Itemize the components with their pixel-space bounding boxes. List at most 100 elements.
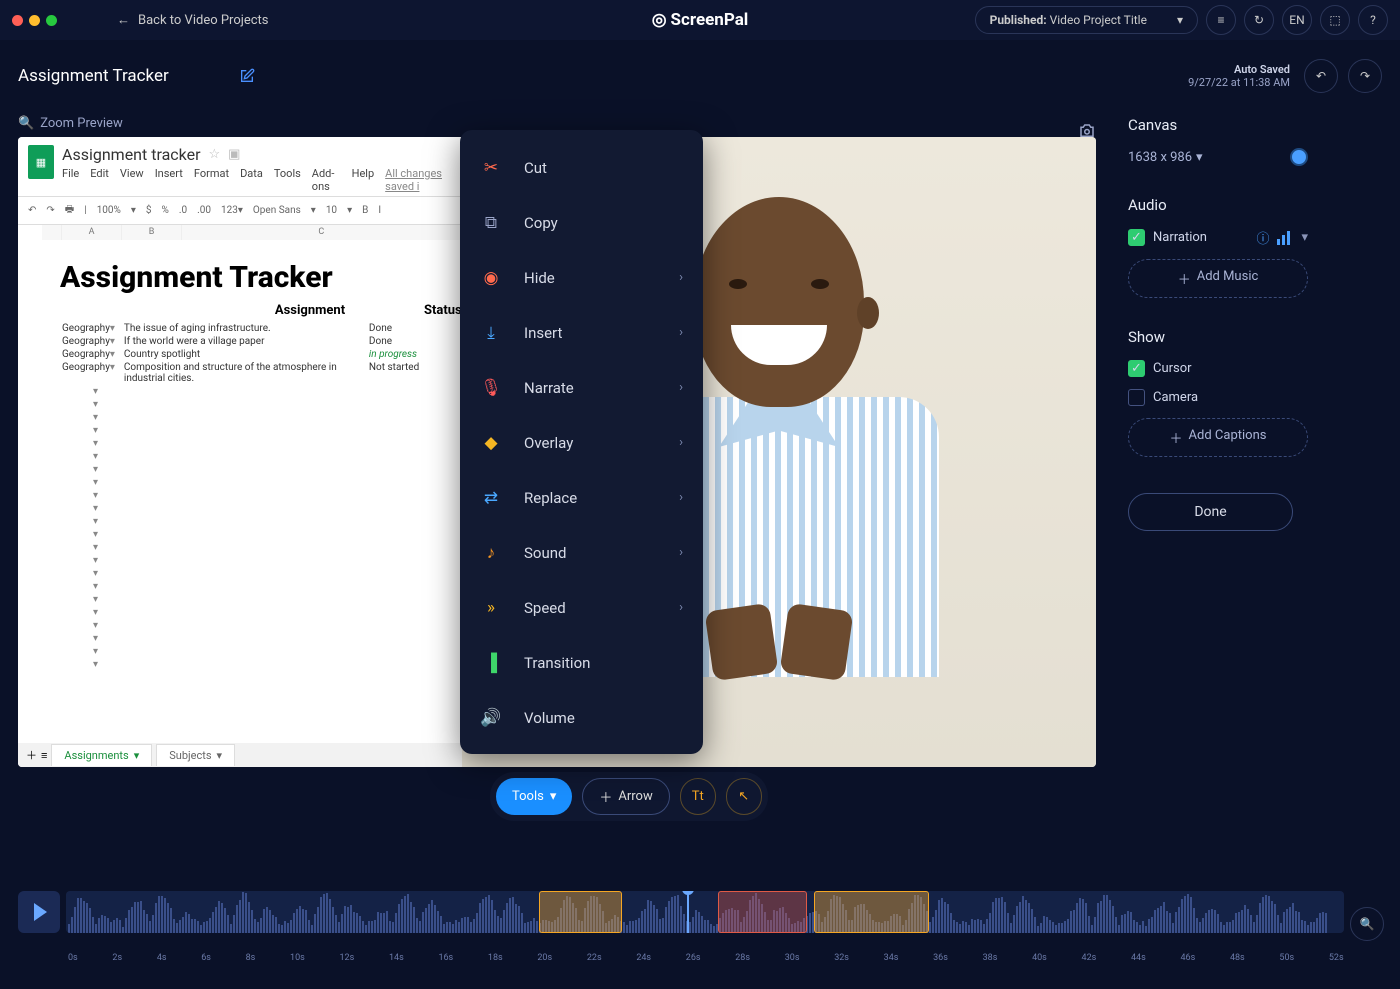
tools-menu-narrate[interactable]: 🎙Narrate› bbox=[460, 360, 703, 415]
tools-menu-sound[interactable]: ♪Sound› bbox=[460, 525, 703, 580]
autosave-status: Auto Saved 9/27/22 at 11:38 AM bbox=[1188, 63, 1290, 89]
plus-icon: ＋ bbox=[1170, 428, 1183, 447]
add-arrow-button[interactable]: ＋Arrow bbox=[582, 778, 669, 815]
right-panel: Canvas 1638 x 986 ▾ Audio ✓ Narration ⓘ … bbox=[1128, 116, 1308, 794]
brand-icon: ◎ bbox=[652, 10, 667, 30]
audio-indicators: ⓘ ▾ bbox=[1256, 228, 1308, 247]
alert-icon[interactable]: ⓘ bbox=[1256, 228, 1269, 247]
tools-menu-hide[interactable]: ◉Hide› bbox=[460, 250, 703, 305]
sheet-column-labels: AssignmentStatus bbox=[18, 299, 462, 322]
add-captions-button[interactable]: ＋Add Captions bbox=[1128, 418, 1308, 457]
narration-toggle[interactable]: ✓ Narration ⓘ ▾ bbox=[1128, 228, 1308, 247]
cursor-tool-button[interactable]: ↖ bbox=[726, 778, 762, 815]
chevron-down-icon: ▾ bbox=[1177, 13, 1183, 27]
volume-icon: 🔊 bbox=[480, 708, 502, 728]
all-sheets-icon: ≡ bbox=[41, 749, 47, 762]
speed-icon: » bbox=[480, 598, 502, 618]
tools-dropdown-button[interactable]: Tools ▾ bbox=[496, 778, 572, 815]
window-controls bbox=[12, 15, 57, 26]
playhead[interactable] bbox=[687, 891, 689, 933]
timeline-ticks: 0s2s4s6s8s10s12s14s16s18s20s22s24s26s28s… bbox=[68, 953, 1344, 963]
brand-text: ScreenPal bbox=[671, 10, 749, 30]
doc-menu-item: Add-ons bbox=[312, 167, 341, 193]
tools-menu-transition[interactable]: ▐Transition bbox=[460, 635, 703, 690]
chevron-right-icon: › bbox=[679, 270, 683, 285]
sound-icon: ♪ bbox=[480, 543, 502, 563]
brand: ◎ ScreenPal bbox=[652, 10, 749, 30]
doc-menu: FileEditViewInsertFormatDataToolsAdd-ons… bbox=[18, 164, 462, 196]
tools-menu-replace[interactable]: ⇄Replace› bbox=[460, 470, 703, 525]
sheet-heading: Assignment Tracker bbox=[18, 246, 462, 299]
magnifier-icon: 🔍 bbox=[18, 116, 34, 131]
doc-menu-item: Help bbox=[352, 167, 375, 193]
transition-icon: ▐ bbox=[480, 653, 502, 673]
topbar-right: Published: Video Project Title ▾ ≡ ↻ EN … bbox=[975, 5, 1388, 35]
history-icon[interactable]: ↻ bbox=[1244, 5, 1274, 35]
sheet-tabs: ＋ ≡ Assignments ▾ Subjects ▾ bbox=[18, 743, 462, 767]
timeline-track[interactable] bbox=[66, 891, 1344, 933]
doc-menu-item: Format bbox=[194, 167, 229, 193]
tools-menu-cut[interactable]: ✂Cut bbox=[460, 140, 703, 195]
minimize-window[interactable] bbox=[29, 15, 40, 26]
autosave-time: 9/27/22 at 11:38 AM bbox=[1188, 76, 1290, 89]
add-music-button[interactable]: ＋Add Music bbox=[1128, 259, 1308, 298]
tools-menu-overlay[interactable]: ◆Overlay› bbox=[460, 415, 703, 470]
column-headers: ABC bbox=[42, 225, 462, 240]
plus-icon: ＋ bbox=[1178, 269, 1191, 288]
doc-menu-item: Data bbox=[240, 167, 263, 193]
chevron-right-icon: › bbox=[679, 435, 683, 450]
doc-menu-item: Tools bbox=[274, 167, 301, 193]
canvas-size-dropdown[interactable]: 1638 x 986 ▾ bbox=[1128, 150, 1203, 165]
checkbox-unchecked-icon bbox=[1128, 389, 1145, 406]
sheet-tab: Subjects ▾ bbox=[156, 744, 235, 766]
tools-menu-copy[interactable]: ⧉Copy bbox=[460, 195, 703, 250]
tools-menu: ✂Cut⧉Copy◉Hide›⤓Insert›🎙Narrate›◆Overlay… bbox=[460, 130, 703, 754]
star-icon: ☆ bbox=[209, 147, 221, 162]
editor-toolbar: Tools ▾ ＋Arrow Tt ↖ bbox=[490, 772, 768, 821]
copy-icon: ⧉ bbox=[480, 213, 502, 233]
hide-icon: ◉ bbox=[480, 268, 502, 288]
undo-button[interactable]: ↶ bbox=[1304, 59, 1338, 93]
chevron-right-icon: › bbox=[679, 490, 683, 505]
tools-menu-volume[interactable]: 🔊Volume bbox=[460, 690, 703, 745]
chevron-right-icon: › bbox=[679, 545, 683, 560]
tools-menu-insert[interactable]: ⤓Insert› bbox=[460, 305, 703, 360]
project-title: Assignment Tracker bbox=[18, 66, 169, 86]
timeline-zoom-button[interactable]: 🔍 bbox=[1350, 907, 1384, 941]
replace-icon: ⇄ bbox=[480, 488, 502, 508]
doc-title: Assignment tracker☆▣ bbox=[18, 137, 462, 164]
screenshare-content: ▦ Assignment tracker☆▣ FileEditViewInser… bbox=[18, 137, 462, 767]
cursor-toggle[interactable]: ✓ Cursor bbox=[1128, 360, 1308, 377]
topbar: ← Back to Video Projects ◎ ScreenPal Pub… bbox=[0, 0, 1400, 40]
blank-rows: ▾▾▾▾▾▾▾▾▾▾▾▾▾▾▾▾▾▾▾▾▾▾ bbox=[18, 385, 462, 671]
close-window[interactable] bbox=[12, 15, 23, 26]
publish-status-dropdown[interactable]: Published: Video Project Title ▾ bbox=[975, 6, 1198, 34]
edit-title-icon[interactable] bbox=[239, 68, 255, 84]
back-button[interactable]: ← Back to Video Projects bbox=[117, 12, 269, 28]
canvas-color-swatch[interactable] bbox=[1290, 148, 1308, 166]
playlist-icon[interactable]: ≡ bbox=[1206, 5, 1236, 35]
layers-icon[interactable]: ⬚ bbox=[1320, 5, 1350, 35]
play-button[interactable] bbox=[18, 891, 60, 933]
tools-menu-speed[interactable]: »Speed› bbox=[460, 580, 703, 635]
arrow-left-icon: ← bbox=[117, 12, 130, 28]
maximize-window[interactable] bbox=[46, 15, 57, 26]
publish-status: Published: Video Project Title bbox=[990, 13, 1147, 27]
language-button[interactable]: EN bbox=[1282, 5, 1312, 35]
help-icon[interactable]: ? bbox=[1358, 5, 1388, 35]
bars-icon[interactable] bbox=[1277, 231, 1293, 245]
autosave-label: Auto Saved bbox=[1188, 63, 1290, 76]
chevron-right-icon: › bbox=[679, 600, 683, 615]
text-tool-button[interactable]: Tt bbox=[680, 778, 716, 815]
done-button[interactable]: Done bbox=[1128, 493, 1293, 531]
folder-icon: ▣ bbox=[228, 147, 240, 162]
redo-button[interactable]: ↷ bbox=[1348, 59, 1382, 93]
camera-toggle[interactable]: Camera bbox=[1128, 389, 1308, 406]
undo-redo: ↶ ↷ bbox=[1304, 59, 1382, 93]
doc-toolbar: ↶↷🖶|100%▾$%.0.00123▾Open Sans▾10▾BI bbox=[18, 196, 462, 225]
audio-section-label: Audio bbox=[1128, 196, 1308, 214]
chevron-down-icon[interactable]: ▾ bbox=[1301, 230, 1308, 245]
zoom-preview-button[interactable]: 🔍 Zoom Preview bbox=[18, 116, 1108, 131]
back-label: Back to Video Projects bbox=[138, 13, 269, 28]
show-section-label: Show bbox=[1128, 328, 1308, 346]
